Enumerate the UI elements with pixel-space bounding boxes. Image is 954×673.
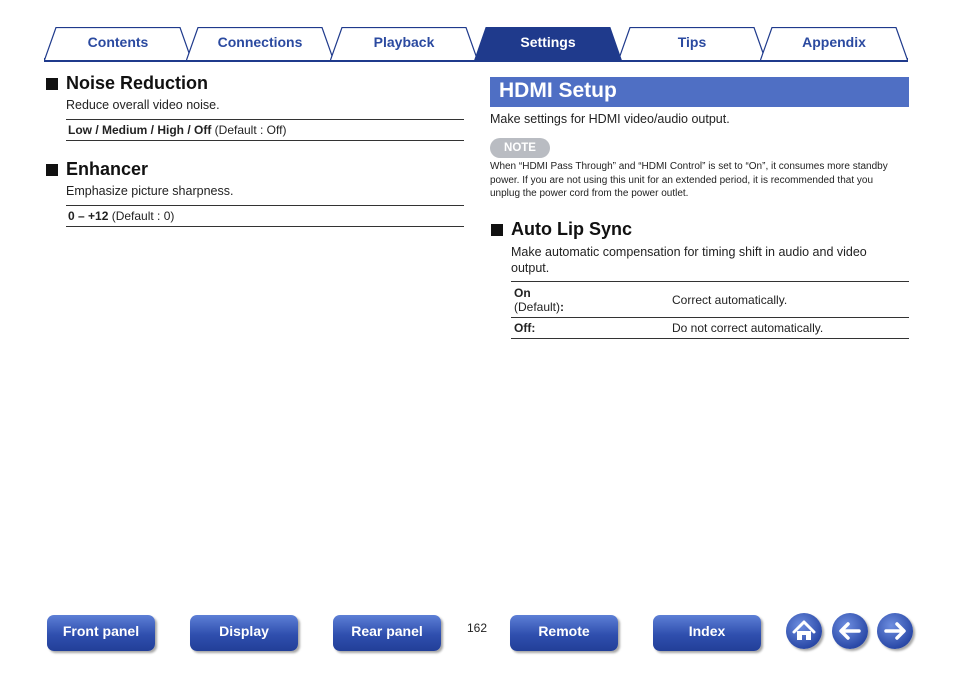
tab-playback[interactable]: Playback xyxy=(330,27,478,60)
table-row: On (Default): Correct automatically. xyxy=(511,281,909,318)
remote-button[interactable]: Remote xyxy=(510,615,618,651)
tab-connections-label: Connections xyxy=(217,34,303,50)
tab-tips-label: Tips xyxy=(677,34,707,50)
noise-reduction-default: (Default : Off) xyxy=(211,123,287,137)
table-row: Off: Do not correct automatically. xyxy=(511,317,909,339)
forward-button[interactable] xyxy=(877,613,913,649)
hdmi-setup-intro: Make settings for HDMI video/audio outpu… xyxy=(490,112,730,126)
tab-appendix-label: Appendix xyxy=(802,34,866,50)
tab-connections[interactable]: Connections xyxy=(186,27,334,60)
rear-panel-button[interactable]: Rear panel xyxy=(333,615,441,651)
noise-reduction-options: Low / Medium / High / Off (Default : Off… xyxy=(66,119,464,141)
auto-lip-sync-desc: Make automatic compensation for timing s… xyxy=(511,245,867,275)
forward-arrow-icon xyxy=(884,622,906,640)
section-bullet-icon xyxy=(491,223,503,236)
auto-lip-sync-heading: Auto Lip Sync xyxy=(491,219,632,240)
enhancer-values: 0 – +12 xyxy=(68,209,109,223)
page-number: 162 xyxy=(466,621,488,635)
option-key-on: On xyxy=(514,285,531,300)
home-icon xyxy=(792,620,816,640)
option-key-off: Off: xyxy=(514,321,536,335)
section-bullet-icon xyxy=(46,163,58,176)
back-button[interactable] xyxy=(832,613,868,649)
option-key: Off: xyxy=(511,317,669,339)
tab-playback-label: Playback xyxy=(373,34,435,50)
display-button[interactable]: Display xyxy=(190,615,298,651)
tab-appendix[interactable]: Appendix xyxy=(760,27,908,60)
note-text: When “HDMI Pass Through” and “HDMI Contr… xyxy=(490,161,888,199)
tab-tips[interactable]: Tips xyxy=(618,27,766,60)
option-key-colon: : xyxy=(560,299,565,314)
section-bullet-icon xyxy=(46,77,58,90)
auto-lip-sync-table: On (Default): Correct automatically. Off… xyxy=(511,281,909,339)
index-button[interactable]: Index xyxy=(653,615,761,651)
home-button[interactable] xyxy=(786,613,822,649)
tab-contents[interactable]: Contents xyxy=(44,27,192,60)
enhancer-heading: Enhancer xyxy=(46,159,148,180)
enhancer-default: (Default : 0) xyxy=(108,209,175,223)
enhancer-desc: Emphasize picture sharpness. xyxy=(66,184,234,198)
option-value: Do not correct automatically. xyxy=(669,317,909,339)
option-key: On (Default): xyxy=(511,281,669,318)
option-value: Correct automatically. xyxy=(669,281,909,318)
enhancer-options: 0 – +12 (Default : 0) xyxy=(66,205,464,227)
hdmi-setup-banner: HDMI Setup xyxy=(490,77,909,107)
tab-settings-label: Settings xyxy=(520,34,576,50)
front-panel-button[interactable]: Front panel xyxy=(47,615,155,651)
enhancer-title: Enhancer xyxy=(66,159,149,179)
hdmi-setup-title: HDMI Setup xyxy=(499,79,617,102)
auto-lip-sync-title: Auto Lip Sync xyxy=(511,219,632,239)
option-key-default: (Default) xyxy=(514,299,561,314)
noise-reduction-values: Low / Medium / High / Off xyxy=(68,123,212,137)
noise-reduction-heading: Noise Reduction xyxy=(46,73,208,94)
tab-contents-label: Contents xyxy=(87,34,149,50)
tab-settings[interactable]: Settings xyxy=(474,27,622,62)
top-tab-bar: Contents Connections Playback Tips Appen… xyxy=(44,27,908,62)
noise-reduction-desc: Reduce overall video noise. xyxy=(66,98,220,112)
note-badge: NOTE xyxy=(490,138,550,158)
noise-reduction-title: Noise Reduction xyxy=(66,73,209,93)
back-arrow-icon xyxy=(839,622,861,640)
